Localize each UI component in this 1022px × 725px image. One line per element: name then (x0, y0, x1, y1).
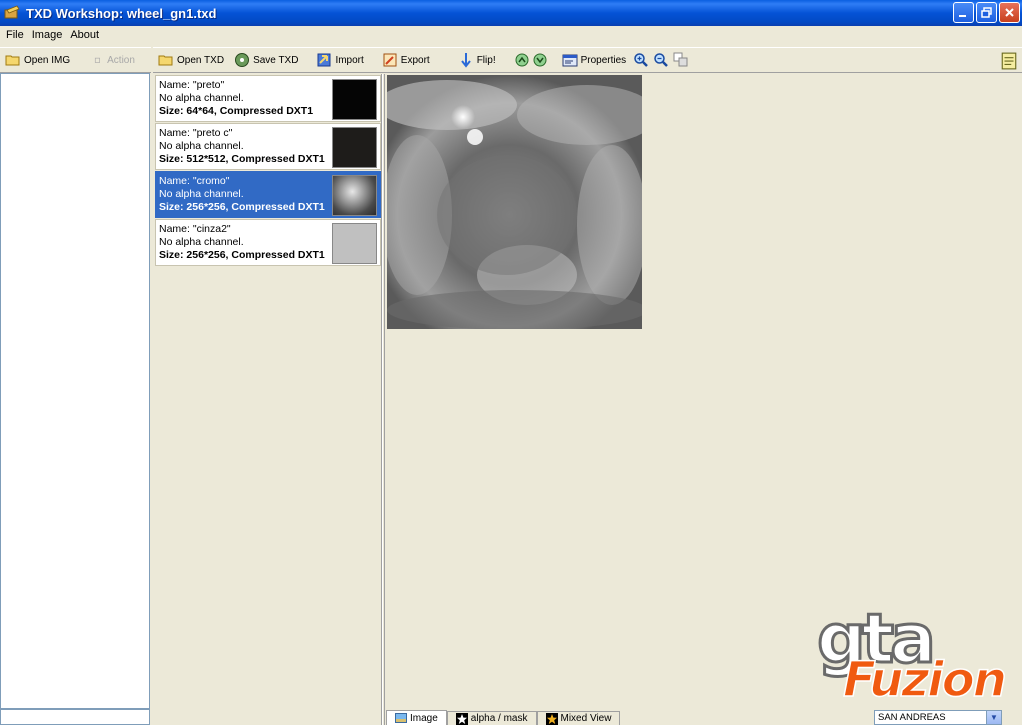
export-icon (383, 53, 397, 67)
close-button[interactable] (999, 2, 1020, 23)
image-icon (395, 713, 407, 723)
tab-mixed-label: Mixed View (560, 713, 612, 724)
title-bar: TXD Workshop: wheel_gn1.txd (0, 0, 1022, 26)
import-label: Import (335, 54, 364, 66)
fit-size-icon (673, 52, 688, 67)
action-label: Action (107, 54, 135, 66)
open-img-label: Open IMG (24, 54, 71, 66)
open-txd-label: Open TXD (177, 54, 225, 66)
notes-button[interactable] (1000, 52, 1018, 70)
texture-thumbnail (332, 175, 377, 216)
txd-toolbar: Open TXD Save TXD Import Export Flip! Pr… (153, 47, 1022, 73)
properties-button[interactable]: Properties (557, 52, 632, 68)
gta-fuzion-logo: gta Fuzion (815, 599, 1015, 709)
img-panel: Open IMG Action (0, 47, 151, 725)
zoom-out-icon (654, 53, 669, 67)
img-toolbar: Open IMG Action (0, 47, 151, 73)
save-txd-button[interactable]: Save TXD (229, 52, 303, 68)
close-icon (1005, 8, 1014, 17)
window-title: TXD Workshop: wheel_gn1.txd (26, 5, 217, 21)
circle-down-icon (533, 53, 547, 67)
star-icon (455, 712, 468, 725)
texture-thumbnail (332, 127, 377, 168)
chevron-down-icon: ▼ (986, 711, 1001, 724)
flip-button[interactable]: Flip! (453, 52, 501, 68)
img-file-list[interactable] (0, 73, 150, 709)
texture-item-selected[interactable]: Name: "cromo" No alpha channel. Size: 25… (155, 171, 381, 218)
texture-item[interactable]: Name: "preto" No alpha channel. Size: 64… (155, 75, 381, 122)
tab-image[interactable]: Image (386, 710, 447, 725)
texture-preview-image (387, 75, 642, 329)
tab-mixed-view[interactable]: Mixed View (536, 711, 621, 725)
actual-size-button[interactable] (671, 52, 691, 68)
tab-alpha-mask[interactable]: alpha / mask (446, 711, 537, 725)
action-icon (95, 57, 101, 63)
arrow-down-icon (460, 53, 471, 68)
open-txd-button[interactable]: Open TXD (153, 52, 229, 68)
zoom-out-button[interactable] (651, 52, 671, 68)
action-button[interactable]: Action (89, 55, 140, 66)
move-down-button[interactable] (531, 52, 549, 68)
texture-item[interactable]: Name: "cinza2" No alpha channel. Size: 2… (155, 219, 381, 266)
texture-item[interactable]: Name: "preto c" No alpha channel. Size: … (155, 123, 381, 170)
menu-file[interactable]: File (2, 29, 28, 41)
minimize-button[interactable] (953, 2, 974, 23)
tab-image-label: Image (410, 712, 438, 724)
restore-button[interactable] (976, 2, 997, 23)
export-button[interactable]: Export (377, 52, 435, 68)
panel-splitter[interactable] (382, 74, 385, 725)
menu-about[interactable]: About (66, 29, 103, 41)
export-label: Export (400, 54, 430, 66)
app-icon (4, 5, 20, 19)
menu-image[interactable]: Image (28, 29, 67, 41)
folder-icon (158, 55, 173, 66)
view-tabs: Image alpha / mask Mixed View SAN ANDREA… (386, 710, 1022, 725)
restore-icon (981, 7, 992, 18)
disc-icon (235, 53, 250, 67)
properties-icon (562, 54, 578, 67)
open-img-button[interactable]: Open IMG (0, 52, 75, 68)
import-icon (317, 53, 331, 67)
import-button[interactable]: Import (311, 52, 368, 68)
zoom-in-icon (634, 53, 649, 67)
tab-alpha-label: alpha / mask (470, 713, 528, 724)
folder-icon (5, 55, 20, 66)
game-version-select[interactable]: SAN ANDREAS ▼ (874, 710, 1002, 725)
texture-list: Name: "preto" No alpha channel. Size: 64… (154, 74, 382, 725)
properties-label: Properties (580, 54, 627, 66)
img-status-field (0, 709, 150, 725)
svg-text:Fuzion: Fuzion (843, 652, 1005, 705)
zoom-in-button[interactable] (631, 52, 651, 68)
circle-up-icon (515, 53, 529, 67)
flip-label: Flip! (476, 54, 496, 66)
texture-thumbnail (332, 79, 377, 120)
move-up-button[interactable] (513, 52, 531, 68)
game-select-value: SAN ANDREAS (878, 712, 946, 723)
notepad-icon (1001, 52, 1017, 70)
save-txd-label: Save TXD (253, 54, 299, 66)
star-mixed-icon (545, 712, 558, 725)
menu-bar: File Image About (0, 26, 1022, 44)
minimize-icon (959, 15, 966, 17)
texture-thumbnail (332, 223, 377, 264)
